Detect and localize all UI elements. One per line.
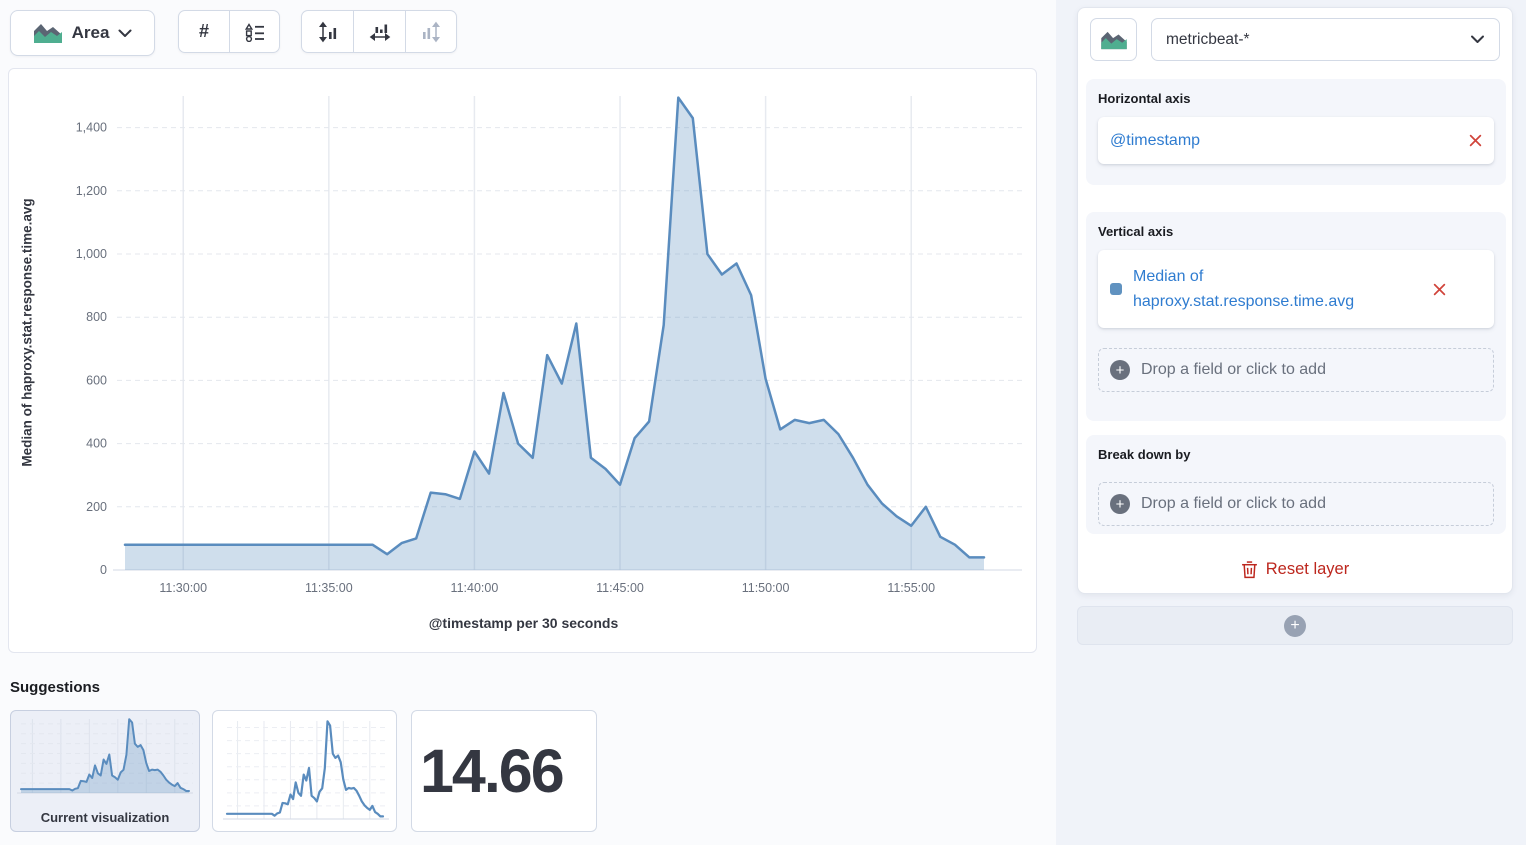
x-tick-label: 11:30:00: [159, 581, 207, 595]
legend-icon: [245, 22, 265, 42]
index-pattern-select[interactable]: metricbeat-*: [1151, 18, 1500, 61]
section-horizontal-axis: Horizontal axis @timestamp: [1086, 79, 1506, 185]
reset-layer-button[interactable]: Reset layer: [1078, 560, 1512, 579]
editor-workspace: Area #: [0, 0, 1056, 845]
x-tick-label: 11:45:00: [596, 581, 644, 595]
y-tick-label: 1,400: [76, 121, 107, 135]
layer-header: metricbeat-*: [1090, 18, 1500, 61]
suggestion-line-chart[interactable]: [212, 710, 397, 832]
section-title: Vertical axis: [1098, 224, 1494, 239]
metric-value: 14.66: [420, 736, 563, 806]
reset-layer-label: Reset layer: [1266, 560, 1349, 579]
x-tick-label: 11:40:00: [451, 581, 499, 595]
trash-icon: [1241, 561, 1258, 579]
hash-icon: #: [199, 21, 209, 42]
y-tick-label: 1,200: [76, 184, 107, 198]
values-button[interactable]: #: [178, 10, 229, 53]
dimension-timestamp[interactable]: @timestamp: [1098, 117, 1494, 164]
break-down-drop-zone[interactable]: + Drop a field or click to add: [1098, 482, 1494, 526]
section-title: Horizontal axis: [1098, 91, 1494, 106]
suggestion-label: Current visualization: [11, 810, 199, 825]
chart-panel: 0 200 400 600 800 1,000 1,200 1,400 11:30:00 11:3…: [8, 68, 1037, 653]
mini-area-chart: [11, 711, 199, 803]
x-tick-label: 11:35:00: [305, 581, 353, 595]
vertical-axis-drop-zone[interactable]: + Drop a field or click to add: [1098, 348, 1494, 392]
area-fill: [21, 719, 189, 793]
layer-config-column: metricbeat-* Horizontal axis @timestamp …: [1056, 0, 1526, 845]
section-title: Break down by: [1098, 447, 1494, 462]
remove-dimension-button[interactable]: [1433, 283, 1446, 296]
y-tick-label: 0: [100, 563, 107, 577]
x-tick-label: 11:55:00: [887, 581, 935, 595]
left-axis-icon: [317, 21, 339, 43]
axis-settings-group: [301, 10, 457, 53]
chart-type-selector[interactable]: Area: [10, 10, 155, 56]
left-axis-button[interactable]: [301, 10, 353, 53]
dimension-label: @timestamp: [1110, 128, 1461, 153]
suggestion-current-visualization[interactable]: Current visualization: [10, 710, 200, 832]
chevron-down-icon: [1470, 35, 1485, 44]
y-tick-label: 400: [86, 437, 107, 451]
y-axis-title: Median of haproxy.stat.response.time.avg: [20, 103, 35, 563]
close-icon: [1433, 283, 1446, 296]
area-chart-icon: [33, 22, 63, 44]
area-chart-icon: [1100, 30, 1128, 50]
bottom-axis-button[interactable]: [353, 10, 405, 53]
bottom-axis-icon: [369, 21, 391, 43]
section-break-down-by: Break down by + Drop a field or click to…: [1086, 435, 1506, 534]
chevron-down-icon: [118, 29, 132, 38]
suggestions-heading: Suggestions: [10, 679, 100, 696]
section-vertical-axis: Vertical axis Median of haproxy.stat.res…: [1086, 212, 1506, 421]
y-tick-label: 1,000: [76, 247, 107, 261]
legend-button[interactable]: [229, 10, 280, 53]
index-pattern-value: metricbeat-*: [1166, 31, 1470, 49]
dimension-label: Median of haproxy.stat.response.time.avg: [1133, 264, 1425, 314]
drop-zone-label: Drop a field or click to add: [1141, 361, 1326, 379]
plus-icon: +: [1110, 360, 1130, 380]
x-tick-label: 11:50:00: [742, 581, 790, 595]
display-options-group: #: [178, 10, 280, 53]
series-line: [227, 721, 383, 816]
plus-icon: +: [1110, 494, 1130, 514]
mini-line-chart: [213, 711, 396, 831]
add-layer-button[interactable]: +: [1077, 606, 1513, 645]
y-tick-label: 600: [86, 373, 107, 387]
plus-icon: +: [1284, 615, 1306, 637]
area-fill: [125, 98, 984, 570]
y-tick-label: 800: [86, 310, 107, 324]
layer-panel: metricbeat-* Horizontal axis @timestamp …: [1077, 7, 1513, 594]
remove-dimension-button[interactable]: [1469, 134, 1482, 147]
drop-zone-label: Drop a field or click to add: [1141, 495, 1326, 513]
x-axis-title: @timestamp per 30 seconds: [9, 615, 1038, 631]
dimension-median-response-time[interactable]: Median of haproxy.stat.response.time.avg: [1098, 250, 1494, 328]
close-icon: [1469, 134, 1482, 147]
right-axis-button: [405, 10, 457, 53]
layer-chart-type-button[interactable]: [1090, 18, 1137, 61]
series-color-swatch: [1110, 283, 1122, 295]
chart-type-label: Area: [72, 23, 110, 43]
suggestion-metric[interactable]: 14.66: [411, 710, 597, 832]
right-axis-icon: [420, 21, 442, 43]
y-tick-label: 200: [86, 500, 107, 514]
area-chart[interactable]: 0 200 400 600 800 1,000 1,200 1,400 11:30:00 11:3…: [9, 69, 1038, 654]
